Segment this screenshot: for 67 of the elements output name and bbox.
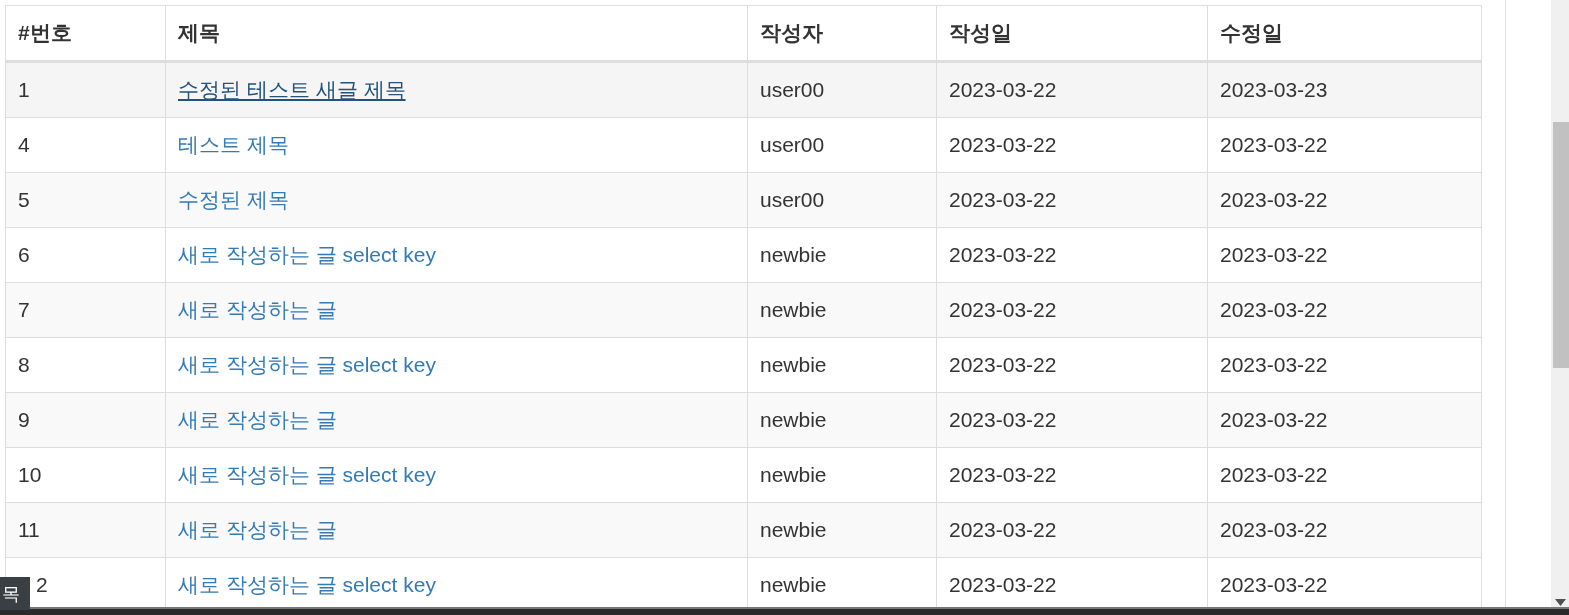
table-cell: 2023-03-22 [949,518,1057,541]
table-cell: 2023-03-22 [1220,243,1328,266]
table-cell: 2023-03-22 [1220,408,1328,431]
column-header: 수정일 [1207,5,1482,62]
table-cell: newbie [760,298,827,321]
table-row[interactable]: 4 테스트 제목 user00 2023-03-22 2023-03-22 [5,117,1482,173]
table-cell: newbie [760,408,827,431]
table-cell: 10 [18,463,42,486]
table-cell: 2023-03-22 [949,463,1057,486]
table-row[interactable]: 10 새로 작성하는 글 select key newbie 2023-03-22 2023-03-22 [5,447,1482,503]
table-cell: 2023-03-22 [1220,298,1328,321]
table-cell: 2023-03-22 [1220,188,1328,211]
table-cell: 2023-03-23 [1220,78,1328,101]
title-link[interactable]: 테스트 제목 [178,133,289,156]
title-link[interactable]: 새로 작성하는 글 [178,518,337,541]
table-cell: user00 [760,133,825,156]
table-cell: 2023-03-22 [949,408,1057,431]
scrollbar-thumb[interactable] [1553,122,1569,368]
table-cell: 7 [18,298,30,321]
table-cell: newbie [760,463,827,486]
table-cell: 2023-03-22 [1220,133,1328,156]
table-cell: newbie [760,353,827,376]
table-cell: 2023-03-22 [949,188,1057,211]
title-link[interactable]: 새로 작성하는 글 [178,298,337,321]
column-header: 작성일 [936,5,1208,62]
tooltip: 목 [0,577,30,610]
table-cell: 5 [18,188,30,211]
table-cell: user00 [760,78,825,101]
table-cell: newbie [760,573,827,596]
table-cell: 2023-03-22 [949,573,1057,596]
table-cell: 2023-03-22 [949,298,1057,321]
title-link[interactable]: 새로 작성하는 글 select key [178,353,436,376]
table-cell: 2023-03-22 [1220,463,1328,486]
table-cell: newbie [760,243,827,266]
table-cell: 4 [18,133,30,156]
table-cell: 9 [18,408,30,431]
table-cell: 2023-03-22 [1220,573,1328,596]
table-cell: 2 [36,573,48,596]
table-row[interactable]: 9 새로 작성하는 글 newbie 2023-03-22 2023-03-22 [5,392,1482,448]
table-row[interactable]: 11 새로 작성하는 글 newbie 2023-03-22 2023-03-22 [5,502,1482,558]
table-cell: newbie [760,518,827,541]
title-link[interactable]: 새로 작성하는 글 [178,408,337,431]
scrollbar[interactable] [1551,0,1569,609]
table-row[interactable]: 7 새로 작성하는 글 newbie 2023-03-22 2023-03-22 [5,282,1482,338]
table-row[interactable]: 6 새로 작성하는 글 select key newbie 2023-03-22 2023-03-22 [5,227,1482,283]
table-row[interactable]: 8 새로 작성하는 글 select key newbie 2023-03-22 2023-03-22 [5,337,1482,393]
column-header: #번호 [5,5,166,62]
title-link[interactable]: 새로 작성하는 글 select key [178,243,436,266]
table-cell: user00 [760,188,825,211]
table-cell: 2023-03-22 [949,353,1057,376]
title-link[interactable]: 수정된 테스트 새글 제목 [178,78,406,101]
table-row[interactable]: 5 수정된 제목 user00 2023-03-22 2023-03-22 [5,172,1482,228]
table-row[interactable]: 1 수정된 테스트 새글 제목 user00 2023-03-22 2023-03-23 [5,61,1482,118]
title-link[interactable]: 새로 작성하는 글 select key [178,573,436,596]
table-cell: 8 [18,353,30,376]
column-header: 작성자 [747,5,937,62]
table-cell: 11 [18,518,40,541]
title-link[interactable]: 새로 작성하는 글 select key [178,463,436,486]
table-cell: 2023-03-22 [949,243,1057,266]
table-cell: 6 [18,243,30,266]
title-link[interactable]: 수정된 제목 [178,188,289,211]
table-cell: 2023-03-22 [949,78,1057,101]
table-cell: 1 [18,78,30,101]
table-cell: 2023-03-22 [1220,353,1328,376]
table-cell: 2023-03-22 [949,133,1057,156]
column-header: 제목 [165,5,748,62]
table-cell: 2023-03-22 [1220,518,1328,541]
